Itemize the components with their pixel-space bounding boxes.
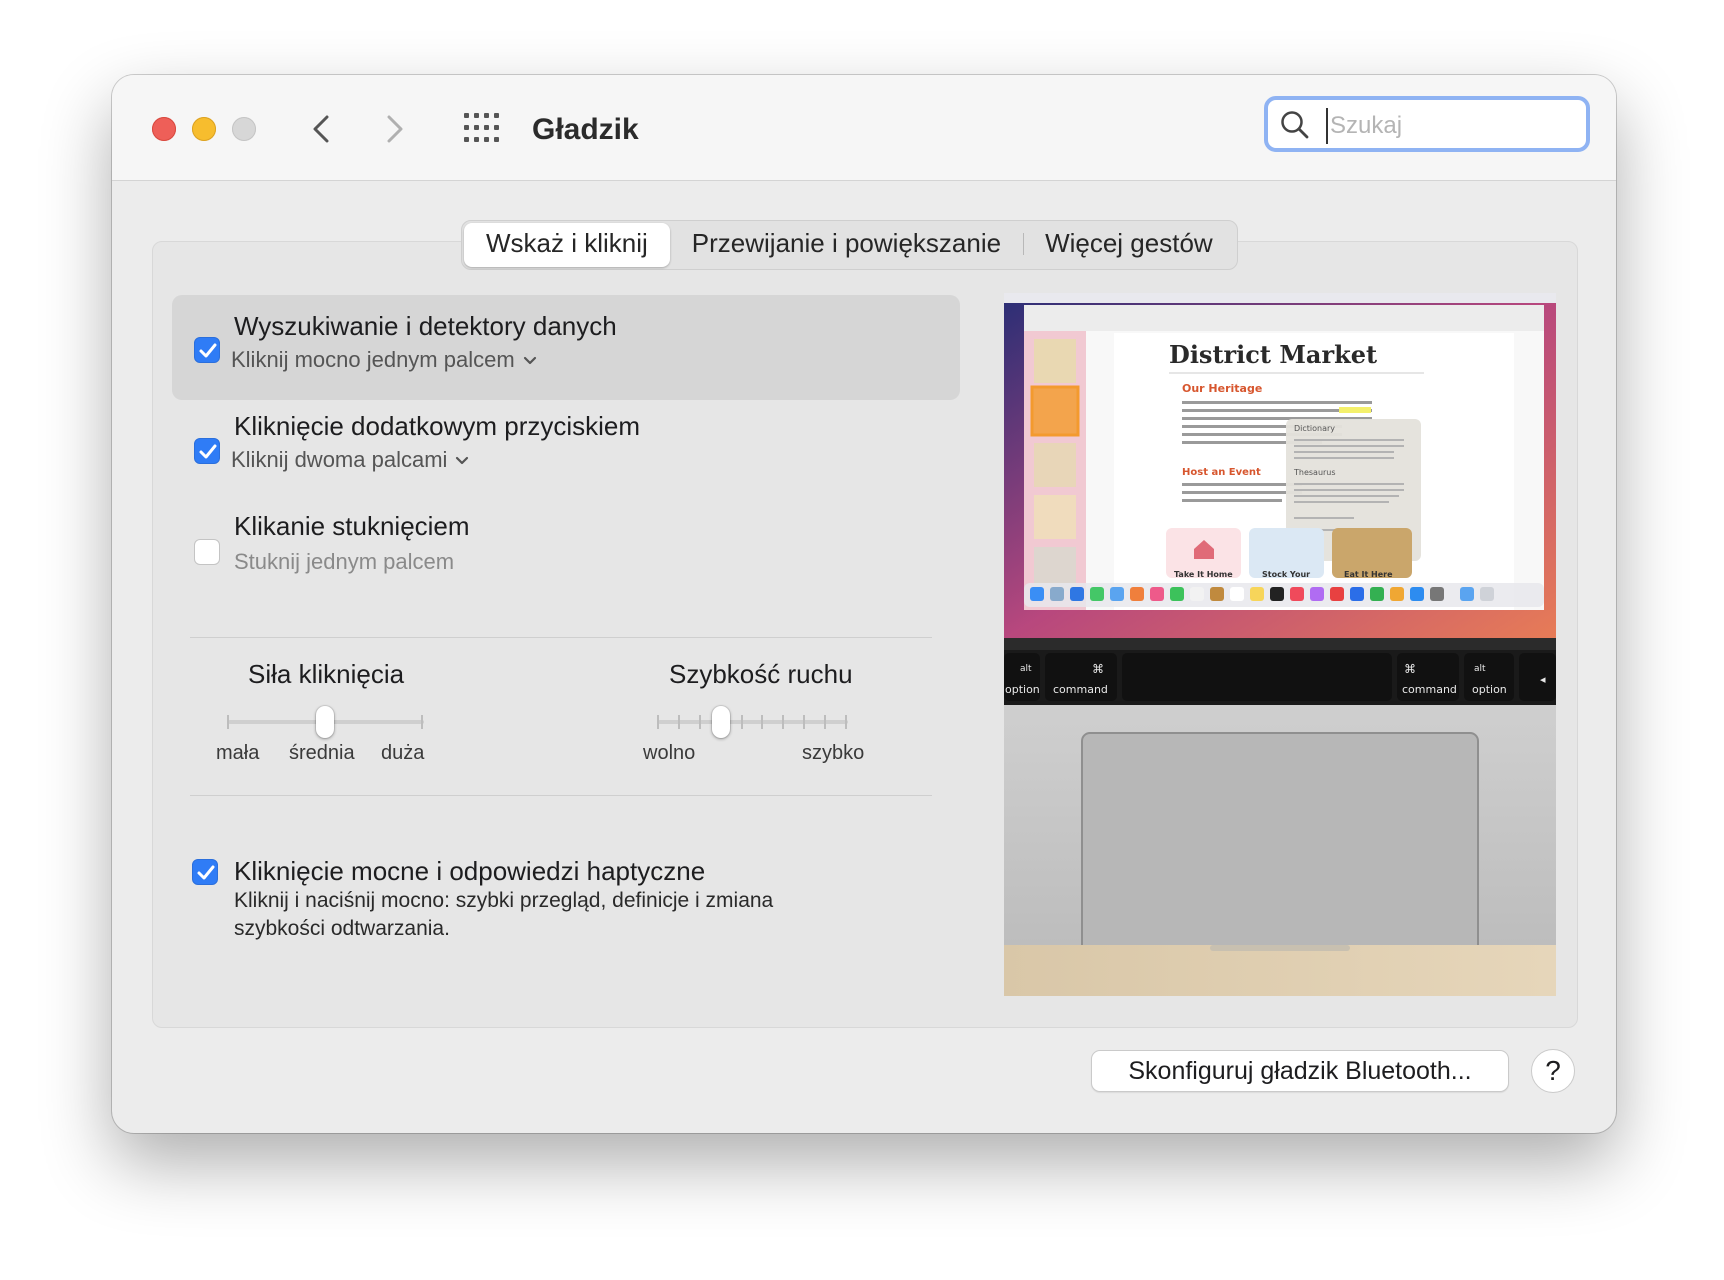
- slider-tick: [740, 715, 743, 729]
- tap-to-click-checkbox[interactable]: [194, 539, 220, 565]
- lookup-title: Wyszukiwanie i detektory danych: [234, 311, 617, 341]
- lookup-checkbox[interactable]: [194, 337, 220, 363]
- key-alt-left: alt: [1020, 664, 1032, 674]
- click-force-label-firm: duża: [381, 742, 425, 764]
- slider-tick: [782, 715, 785, 729]
- preview-popover-dictionary: Dictionary: [1294, 424, 1335, 433]
- forward-button[interactable]: [374, 109, 414, 149]
- force-click-checkbox[interactable]: [192, 859, 218, 885]
- search-field[interactable]: [1264, 96, 1590, 152]
- minimize-window-button[interactable]: [192, 117, 216, 141]
- tap-to-click-subtitle: Stuknij jednym palcem: [234, 549, 455, 574]
- lookup-gesture-label: Kliknij mocno jednym palcem: [231, 347, 515, 372]
- key-cmd-symbol-left: ⌘: [1092, 662, 1104, 676]
- preview-popover-thesaurus: Thesaurus: [1293, 468, 1336, 477]
- tab-point-and-click[interactable]: Wskaż i kliknij: [464, 223, 670, 267]
- secondary-click-gesture-popup[interactable]: Kliknij dwoma palcami: [231, 447, 469, 473]
- chevron-down-icon: [456, 457, 469, 465]
- search-icon: [1281, 111, 1309, 139]
- key-command-left: command: [1053, 683, 1108, 696]
- window-title: Gładzik: [532, 113, 639, 146]
- checkmark-icon: [197, 865, 215, 880]
- slider-tick: [421, 715, 423, 729]
- slider-tick: [761, 715, 764, 729]
- secondary-click-gesture-label: Kliknij dwoma palcami: [231, 447, 448, 472]
- tap-to-click-title: Klikanie stuknięciem: [234, 511, 470, 541]
- key-command-right: command: [1402, 683, 1457, 696]
- preview-heading-2: Host an Event: [1182, 467, 1261, 478]
- slider-tick: [824, 715, 827, 729]
- tab-bar: Wskaż i kliknij Przewijanie i powiększan…: [461, 220, 1238, 270]
- preview-heading-1: Our Heritage: [1182, 382, 1262, 395]
- key-arrow-left: ◂: [1540, 673, 1546, 686]
- slider-tick: [803, 715, 806, 729]
- click-force-label-light: mała: [216, 742, 260, 764]
- preview-card-1: Take It Home: [1174, 570, 1233, 579]
- preferences-window: Gładzik Wskaż i kliknij Przewijanie i po…: [112, 75, 1616, 1133]
- setup-bluetooth-trackpad-button[interactable]: Skonfiguruj gładzik Bluetooth...: [1091, 1050, 1509, 1092]
- gesture-preview-video: District Market Our Heritage Host an Eve…: [1004, 293, 1556, 996]
- preview-card-2: Stock Your: [1262, 570, 1310, 579]
- checkmark-icon: [199, 343, 217, 358]
- show-all-grid-icon[interactable]: [464, 113, 500, 143]
- click-force-label-medium: średnia: [289, 742, 355, 764]
- checkmark-icon: [199, 444, 217, 459]
- slider-tick: [698, 715, 701, 729]
- click-force-knob[interactable]: [316, 706, 334, 738]
- lookup-gesture-popup[interactable]: Kliknij mocno jednym palcem: [231, 347, 537, 373]
- search-input[interactable]: [1326, 108, 1572, 144]
- click-force-title: Siła kliknięcia: [248, 659, 405, 689]
- chevron-right-icon: [387, 115, 403, 143]
- divider: [190, 637, 932, 638]
- preview-doc-title: District Market: [1169, 340, 1377, 369]
- force-click-description: Kliknij i naciśnij mocno: szybki przeglą…: [234, 889, 774, 940]
- slider-tick: [657, 715, 659, 729]
- tab-scroll-and-zoom[interactable]: Przewijanie i powiększanie: [670, 223, 1023, 267]
- key-option-left: option: [1005, 683, 1040, 696]
- zoom-window-button[interactable]: [232, 117, 256, 141]
- tracking-speed-knob[interactable]: [711, 706, 730, 738]
- slider-tick: [227, 715, 229, 729]
- divider: [190, 795, 932, 796]
- close-window-button[interactable]: [152, 117, 176, 141]
- back-button[interactable]: [302, 109, 342, 149]
- key-option-right: option: [1472, 683, 1507, 696]
- title-bar: Gładzik: [112, 75, 1616, 181]
- force-click-title: Kliknięcie mocne i odpowiedzi haptyczne: [234, 856, 706, 886]
- tracking-speed-track[interactable]: [658, 720, 848, 724]
- slider-tick: [677, 715, 680, 729]
- secondary-click-title: Kliknięcie dodatkowym przyciskiem: [234, 411, 641, 441]
- slider-tick: [845, 715, 847, 729]
- tracking-speed-title: Szybkość ruchu: [669, 659, 853, 689]
- key-cmd-symbol-right: ⌘: [1404, 662, 1416, 676]
- chevron-down-icon: [523, 357, 536, 365]
- preview-card-3: Eat It Here: [1344, 570, 1393, 579]
- tracking-speed-label-fast: szybko: [802, 742, 865, 764]
- macbook-preview-illustration: District Market Our Heritage Host an Eve…: [1004, 293, 1556, 996]
- secondary-click-checkbox[interactable]: [194, 438, 220, 464]
- chevron-left-icon: [313, 115, 329, 143]
- help-button[interactable]: ?: [1531, 1049, 1575, 1093]
- tab-more-gestures[interactable]: Więcej gestów: [1023, 223, 1235, 267]
- tracking-speed-label-slow: wolno: [643, 742, 696, 764]
- key-alt-right: alt: [1474, 664, 1486, 674]
